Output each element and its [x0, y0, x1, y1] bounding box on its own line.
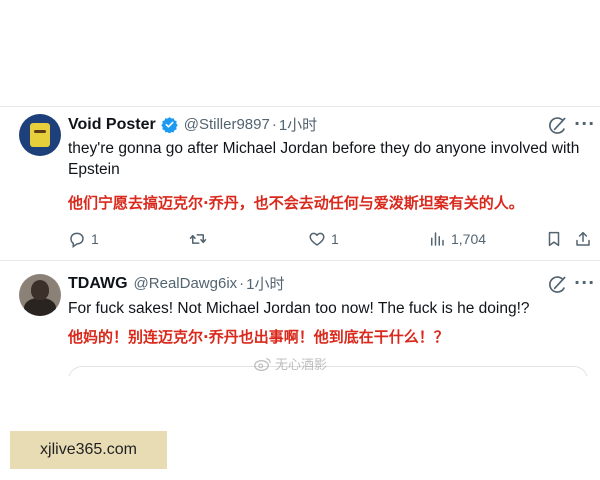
site-badge: xjlive365.com: [10, 431, 167, 469]
like-button[interactable]: 1: [308, 230, 339, 248]
avatar-image: [30, 123, 50, 147]
repost-button[interactable]: [189, 230, 212, 248]
post-text: they're gonna go after Michael Jordan be…: [68, 140, 580, 178]
repost-icon: [189, 234, 207, 244]
post-divider: [0, 260, 600, 261]
like-count: 1: [331, 231, 339, 247]
post-header: Void Poster @Stiller9897 · 1小时: [68, 114, 317, 135]
site-badge-text: xjlive365.com: [40, 441, 137, 458]
like-icon: [309, 232, 325, 246]
reply-icon: [70, 232, 84, 248]
share-button[interactable]: [574, 230, 597, 248]
bookmark-icon: [548, 231, 560, 247]
watermark: 无心酒影: [254, 354, 327, 373]
reply-count: 1: [91, 231, 99, 247]
grok-icon[interactable]: [548, 116, 568, 136]
more-icon[interactable]: ···: [574, 114, 595, 133]
weibo-icon: [254, 357, 271, 371]
avatar[interactable]: [19, 274, 61, 316]
action-bar: 1 1 1,704: [0, 228, 600, 252]
timestamp[interactable]: 1小时: [279, 114, 317, 135]
bookmark-button[interactable]: [545, 230, 568, 248]
timestamp[interactable]: 1小时: [246, 273, 284, 294]
more-icon[interactable]: ···: [574, 273, 595, 292]
display-name[interactable]: Void Poster: [68, 116, 156, 134]
handle[interactable]: @Stiller9897: [184, 116, 270, 133]
handle[interactable]: @RealDawg6ix: [134, 275, 238, 292]
share-icon: [576, 231, 590, 246]
post-void-poster[interactable]: Void Poster @Stiller9897 · 1小时 ··· they'…: [0, 108, 600, 260]
translation-text: 他妈的！别连迈克尔·乔丹也出事啊！他到底在干什么！？: [68, 328, 449, 346]
grok-icon[interactable]: [548, 275, 568, 295]
translation-text: 他们宁愿去搞迈克尔·乔丹，也不会去动任何与爱泼斯坦案有关的人。: [68, 194, 524, 212]
post-header: TDAWG @RealDawg6ix · 1小时: [68, 273, 285, 294]
post-text: For fuck sakes! Not Michael Jordan too n…: [68, 300, 530, 317]
verified-badge-icon: [161, 117, 178, 133]
tweet-feed: Void Poster @Stiller9897 · 1小时 ··· they'…: [0, 0, 600, 480]
separator-dot: ·: [271, 116, 277, 133]
top-divider: [0, 106, 600, 107]
reply-button[interactable]: 1: [68, 230, 99, 248]
avatar-image: [24, 298, 56, 316]
avatar[interactable]: [19, 114, 61, 156]
views-count: 1,704: [451, 231, 487, 247]
display-name[interactable]: TDAWG: [68, 275, 128, 293]
views-icon: [431, 232, 444, 246]
separator-dot: ·: [239, 275, 245, 292]
avatar-head: [31, 280, 49, 300]
watermark-text: 无心酒影: [275, 358, 328, 373]
views-button[interactable]: 1,704: [428, 230, 486, 248]
